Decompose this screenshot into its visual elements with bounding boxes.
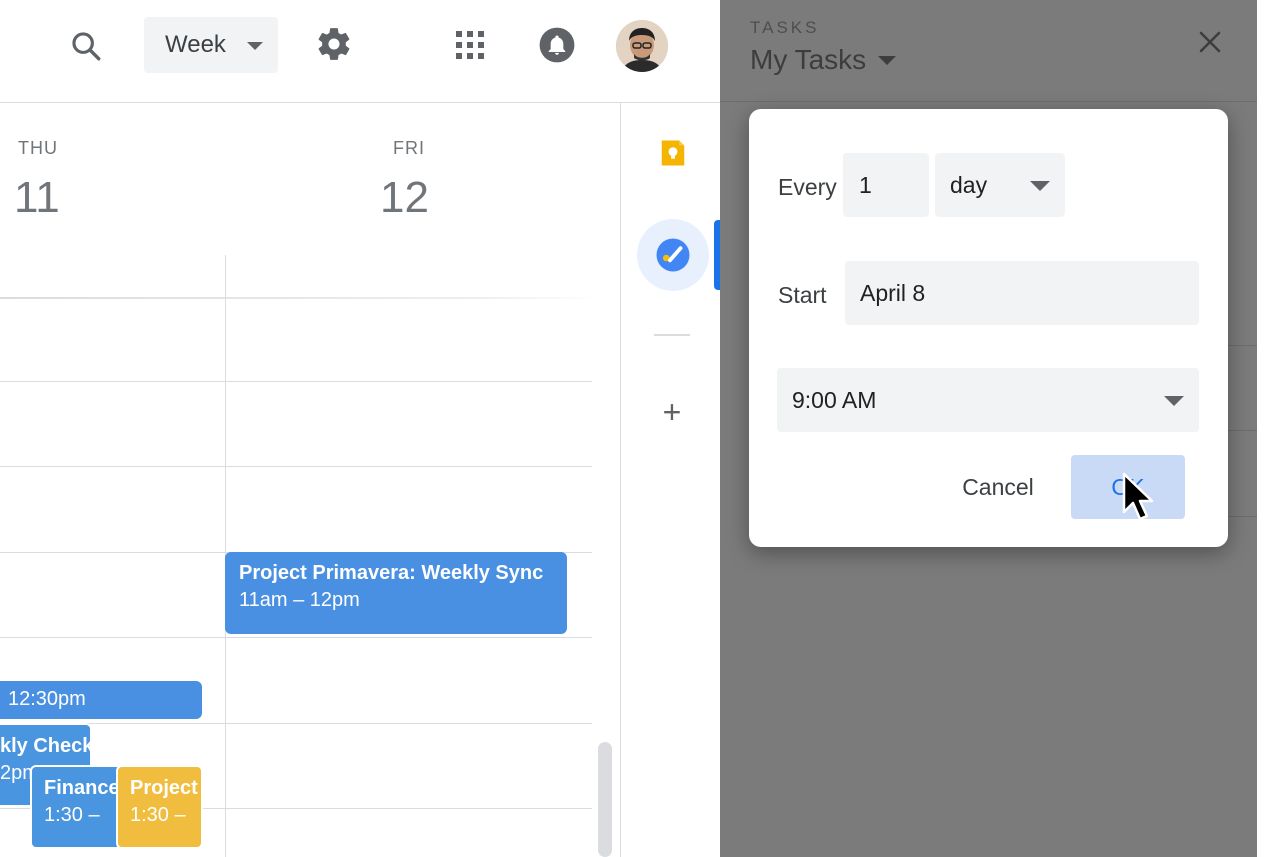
event-card[interactable]: 12:30pm	[0, 681, 202, 719]
divider	[1227, 430, 1257, 431]
hour-line	[0, 381, 592, 382]
search-button[interactable]	[64, 24, 108, 68]
gear-icon	[318, 28, 350, 60]
view-selector[interactable]: Week	[144, 17, 278, 73]
search-icon	[72, 32, 101, 61]
chevron-down-icon	[247, 42, 263, 50]
event-card[interactable]: Project Primavera: Weekly Sync 11am – 12…	[225, 552, 567, 634]
day-number: 12	[380, 173, 429, 222]
hour-line	[0, 637, 592, 638]
unit-value: day	[950, 171, 988, 198]
window-edge	[1257, 0, 1280, 857]
start-label: Start	[778, 282, 827, 308]
event-title: kly Check	[0, 735, 92, 757]
event-title: Finance	[44, 777, 120, 799]
event-card[interactable]: Project 1:30 –	[116, 765, 203, 849]
day-header-fri[interactable]: FRI 12	[380, 138, 429, 223]
start-date-input[interactable]: April 8	[845, 261, 1199, 325]
all-day-divider	[0, 297, 600, 299]
unit-select[interactable]: day	[935, 153, 1065, 217]
chevron-down-icon	[1164, 396, 1184, 406]
chevron-down-icon	[1030, 181, 1050, 191]
time-select[interactable]: 9:00 AM	[777, 368, 1199, 432]
repeat-dialog: Every 1 day Start April 8 9:00 AM Cancel…	[749, 109, 1228, 547]
panel-header-divider	[720, 101, 1257, 102]
scrollbar[interactable]	[598, 742, 612, 857]
add-addon-button[interactable]: +	[650, 390, 694, 434]
task-list-name: My Tasks	[750, 44, 867, 75]
day-header-thu[interactable]: THU 11	[14, 138, 60, 223]
divider	[1227, 516, 1257, 517]
task-list-selector[interactable]: My Tasks	[750, 44, 897, 76]
apps-grid-icon	[456, 31, 484, 59]
settings-button[interactable]	[311, 21, 357, 67]
avatar[interactable]	[616, 20, 668, 72]
plus-icon: +	[662, 393, 682, 430]
event-title: Project	[130, 777, 198, 799]
event-time: 11am – 12pm	[239, 589, 360, 611]
day-name: THU	[18, 138, 58, 158]
event-time: 1:30 –	[130, 804, 186, 826]
time-value: 9:00 AM	[792, 386, 877, 413]
chevron-down-icon	[878, 55, 897, 65]
sidebar-separator	[654, 334, 690, 336]
tasks-check-icon	[656, 238, 690, 272]
day-number: 11	[14, 173, 60, 222]
sidebar-divider	[620, 103, 621, 857]
event-time: 12:30pm	[8, 688, 86, 710]
event-title: Project Primavera: Weekly Sync	[239, 562, 544, 584]
event-time: 1:30 –	[44, 804, 100, 826]
tasks-panel-label: TASKS	[750, 18, 820, 37]
start-date-value: April 8	[860, 279, 926, 306]
ok-button[interactable]: OK	[1071, 455, 1185, 519]
every-label: Every	[778, 174, 837, 200]
day-name: FRI	[393, 138, 425, 158]
view-selector-label: Week	[165, 31, 226, 58]
apps-button[interactable]	[448, 23, 492, 67]
keep-button[interactable]	[652, 132, 694, 174]
bell-icon	[539, 27, 575, 63]
calendar-view: Week THU 11 FRI 12 Project Primavera: We…	[0, 0, 720, 857]
close-panel-button[interactable]	[1190, 22, 1230, 62]
cancel-button[interactable]: Cancel	[944, 457, 1052, 517]
top-bar: Week	[0, 0, 720, 103]
user-photo-icon	[616, 20, 668, 72]
notifications-button[interactable]	[534, 22, 580, 68]
interval-value: 1	[859, 171, 872, 198]
close-icon	[1199, 31, 1221, 53]
hour-line	[0, 466, 592, 467]
event-card[interactable]: Finance 1:30 –	[30, 765, 122, 849]
tasks-button[interactable]	[637, 219, 709, 291]
keep-bulb-icon	[661, 140, 685, 166]
interval-input[interactable]: 1	[843, 153, 929, 217]
divider	[1227, 345, 1257, 346]
